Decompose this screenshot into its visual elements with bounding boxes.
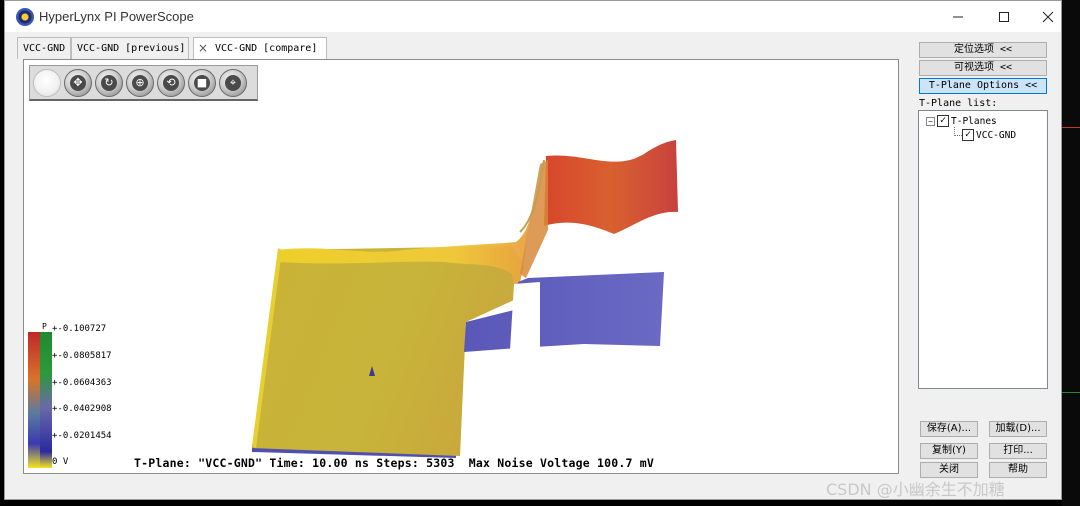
stop-button[interactable]: ■ xyxy=(188,68,216,97)
title-bar: HyperLynx PI PowerScope xyxy=(5,1,1061,32)
reset-view-icon: ⟲ xyxy=(163,74,179,91)
tab-vcc-gnd[interactable]: VCC-GND xyxy=(17,37,71,59)
tab-vcc-gnd-compare[interactable]: × VCC-GND [compare] xyxy=(193,37,327,60)
fit-button[interactable]: ⌖ xyxy=(219,68,247,97)
position-options-button[interactable]: 定位选项 << xyxy=(919,42,1047,58)
blank-button[interactable] xyxy=(33,68,61,97)
tree-root-row[interactable]: − ✓ T-Planes xyxy=(926,115,997,127)
app-icon xyxy=(16,8,34,26)
pan-icon: ✥ xyxy=(70,74,86,91)
save-button[interactable]: 保存(A)... xyxy=(920,421,978,437)
view-toolbar: ✥ ↻ ⊕ ⟲ ■ ⌖ xyxy=(29,65,258,101)
legend-tick: 0 V xyxy=(52,457,69,467)
minimize-icon xyxy=(953,16,963,17)
vcc-plane-surface xyxy=(252,246,524,456)
load-button[interactable]: 加载(D)... xyxy=(989,421,1047,437)
noise-peak-surface xyxy=(544,140,678,234)
gnd-plane-void xyxy=(510,282,540,350)
fit-icon: ⌖ xyxy=(225,74,241,91)
window-title: HyperLynx PI PowerScope xyxy=(39,9,194,24)
zoom-button[interactable]: ⊕ xyxy=(126,68,154,97)
maximize-button[interactable] xyxy=(981,1,1027,32)
tplane-options-button[interactable]: T-Plane Options << xyxy=(919,78,1047,94)
legend-bar-voltage xyxy=(28,332,40,468)
pan-button[interactable]: ✥ xyxy=(64,68,92,97)
legend-bar-p xyxy=(40,332,52,468)
maximize-icon xyxy=(999,11,1009,22)
noise-connector xyxy=(520,160,548,278)
tplane-tree[interactable]: − ✓ T-Planes ✓ VCC-GND xyxy=(918,110,1048,389)
legend-p-label: P xyxy=(42,322,47,331)
tree-root-label[interactable]: T-Planes xyxy=(951,116,997,127)
status-line: T-Plane: "VCC-GND" Time: 10.00 ns Steps:… xyxy=(134,456,655,470)
tree-connector xyxy=(954,135,962,136)
legend-tick: +-0.0201454 xyxy=(52,431,112,441)
checkbox-tplanes[interactable]: ✓ xyxy=(937,115,949,127)
tplane-3d-plot[interactable] xyxy=(24,60,899,474)
tree-child-row[interactable]: ✓ VCC-GND xyxy=(962,129,1016,141)
color-legend: P +-0.100727 +-0.0805817 +-0.0604363 +-0… xyxy=(26,322,126,472)
collapse-icon[interactable]: − xyxy=(926,116,935,126)
checkbox-vcc-gnd[interactable]: ✓ xyxy=(962,129,974,141)
watermark: CSDN @小幽余生不加糖 xyxy=(826,480,1005,499)
legend-tick: +-0.100727 xyxy=(52,324,107,334)
legend-tick: +-0.0402908 xyxy=(52,404,112,414)
print-button[interactable]: 打印... xyxy=(989,443,1047,459)
powerscope-window: HyperLynx PI PowerScope VCC-GND VCC-GND … xyxy=(4,0,1062,500)
stop-icon: ■ xyxy=(194,74,210,91)
close-window-button[interactable] xyxy=(1025,1,1071,32)
background-strip xyxy=(1062,0,1080,506)
rotate-icon: ↻ xyxy=(101,74,117,91)
tree-child-label[interactable]: VCC-GND xyxy=(976,130,1016,141)
plot-view[interactable]: ✥ ↻ ⊕ ⟲ ■ ⌖ P +-0.100727 +-0.0805817 +-0… xyxy=(23,59,899,474)
legend-tick: +-0.0805817 xyxy=(52,351,112,361)
zoom-icon: ⊕ xyxy=(132,74,148,91)
tab-close-icon[interactable]: × xyxy=(198,38,208,59)
legend-tick: +-0.0604363 xyxy=(52,378,112,388)
tab-label: VCC-GND [compare] xyxy=(215,43,318,54)
copy-button[interactable]: 复制(Y) xyxy=(920,443,978,459)
close-icon xyxy=(1042,11,1054,22)
tab-vcc-gnd-previous[interactable]: VCC-GND [previous] xyxy=(71,37,189,59)
visual-options-button[interactable]: 可视选项 << xyxy=(919,60,1047,76)
reset-view-button[interactable]: ⟲ xyxy=(157,68,185,97)
tplane-list-label: T-Plane list: xyxy=(919,98,998,109)
minimize-button[interactable] xyxy=(935,1,981,32)
rotate-button[interactable]: ↻ xyxy=(95,68,123,97)
